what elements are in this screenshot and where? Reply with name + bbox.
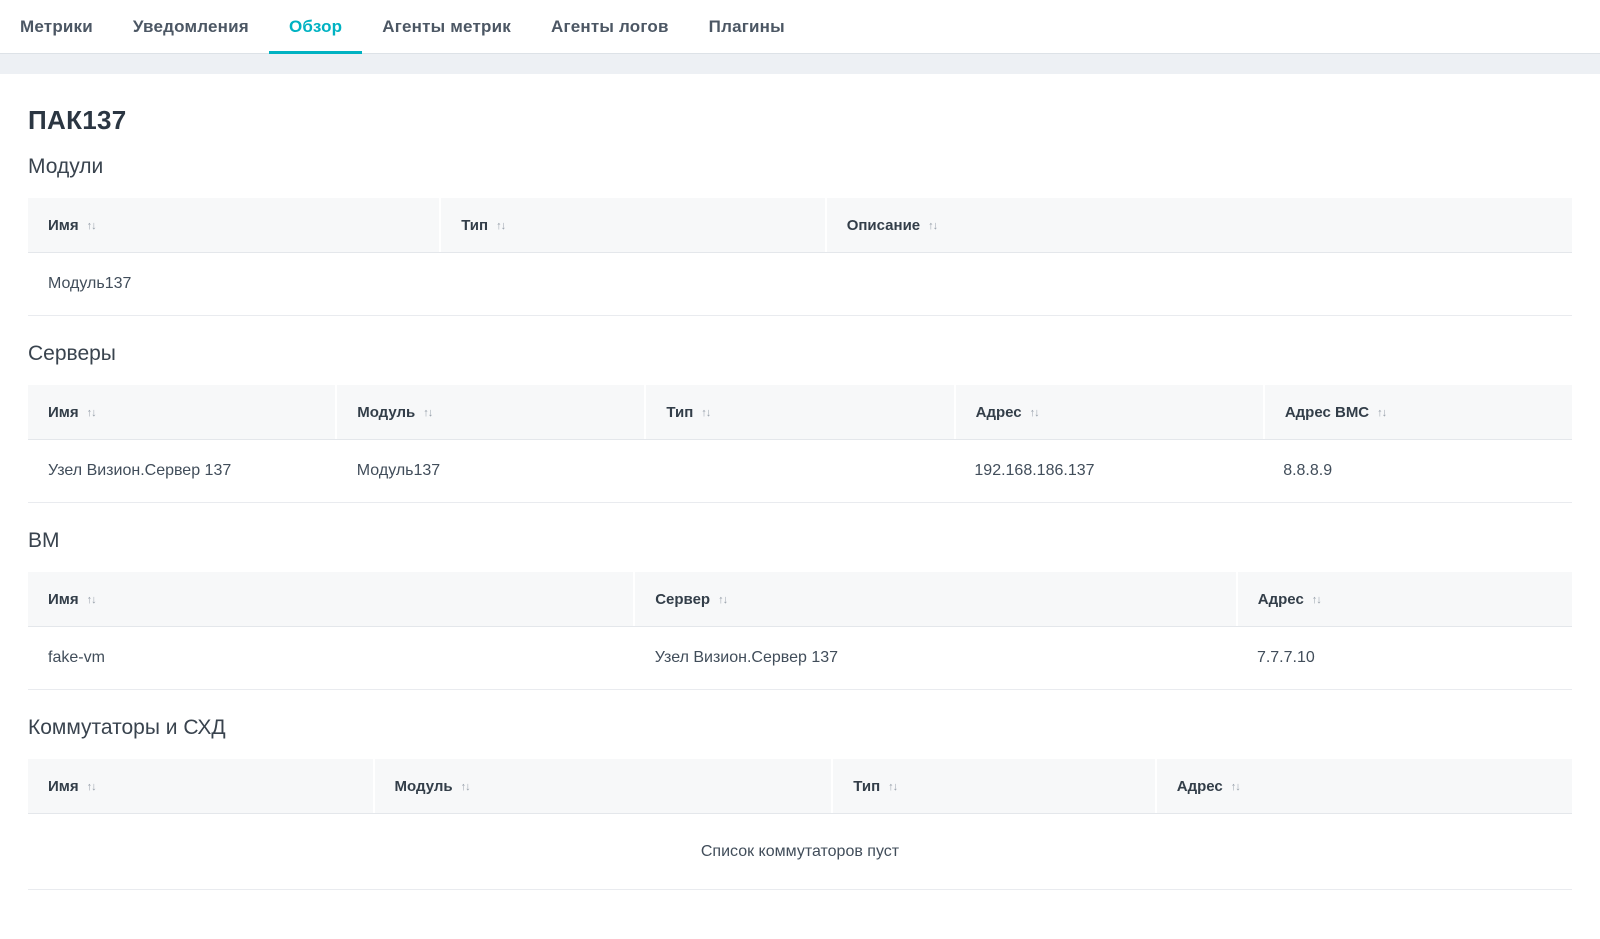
- column-header[interactable]: Тип ↑↓: [646, 385, 953, 439]
- section-servers: СерверыИмя↑↓Модуль↑↓Тип↑↓Адрес↑↓Адрес BM…: [28, 342, 1572, 503]
- column-header[interactable]: Имя ↑↓: [28, 572, 633, 626]
- tab-overview[interactable]: Обзор: [269, 0, 362, 53]
- column-label: Сервер: [655, 591, 710, 608]
- table-row: Модуль137: [28, 253, 1572, 316]
- table-header-switches-storage: Имя ↑↓ Модуль ↑↓ Тип ↑↓ Адрес ↑↓: [28, 759, 1572, 814]
- tab-log-agents[interactable]: Агенты логов: [531, 0, 689, 53]
- sort-icon[interactable]: ↑↓: [1377, 407, 1386, 419]
- column-header[interactable]: Адрес ↑↓: [1238, 572, 1572, 626]
- column-label: Адрес: [976, 404, 1022, 421]
- sort-icon[interactable]: ↑↓: [423, 407, 432, 419]
- sort-icon[interactable]: ↑↓: [87, 220, 96, 232]
- column-header[interactable]: Тип ↑↓: [441, 198, 825, 252]
- table-modules: Имя ↑↓ Тип ↑↓ Описание ↑↓ Модуль137: [28, 198, 1572, 316]
- table-cell: Модуль137: [28, 253, 440, 315]
- table-header-modules: Имя ↑↓ Тип ↑↓ Описание ↑↓: [28, 198, 1572, 253]
- column-header[interactable]: Имя ↑↓: [28, 198, 439, 252]
- section-title-servers: Серверы: [28, 342, 1572, 366]
- section-title-vms: ВМ: [28, 529, 1572, 553]
- column-label: Имя: [48, 404, 79, 421]
- sort-icon[interactable]: ↑↓: [87, 594, 96, 606]
- table-vms: Имя ↑↓ Сервер ↑↓ Адрес ↑↓ fake-vmУзел Визион.С…: [28, 572, 1572, 690]
- sort-icon[interactable]: ↑↓: [461, 781, 470, 793]
- column-header[interactable]: Модуль ↑↓: [337, 385, 644, 439]
- column-header[interactable]: Описание ↑↓: [827, 198, 1572, 252]
- column-label: Модуль: [395, 778, 453, 795]
- overview-content: ПАК137 МодулиИмя↑↓Тип↑↓Описание↑↓Модуль1…: [0, 105, 1600, 890]
- table-header-servers: Имя ↑↓ Модуль ↑↓ Тип ↑↓ Адрес ↑↓ Адрес BMC ↑↓: [28, 385, 1572, 440]
- sort-icon[interactable]: ↑↓: [1030, 407, 1039, 419]
- column-label: Адрес: [1258, 591, 1304, 608]
- section-modules: Модули Имя ↑↓ Тип ↑↓ Описание ↑↓ Модуль137: [28, 155, 1572, 316]
- table-cell: Узел Визион.Сервер 137: [635, 627, 1237, 689]
- sort-icon[interactable]: ↑↓: [888, 781, 897, 793]
- table-cell: 8.8.8.9: [1263, 440, 1572, 502]
- column-label: Тип: [853, 778, 880, 795]
- table-row: Узел Визион.Сервер 137Модуль137 192.168.1…: [28, 440, 1572, 503]
- tab-metrics[interactable]: Метрики: [0, 0, 113, 53]
- table-cell: 192.168.186.137: [954, 440, 1263, 502]
- table-servers: Имя ↑↓ Модуль ↑↓ Тип ↑↓ Адрес ↑↓ Адрес BMC ↑↓ Узел…: [28, 385, 1572, 503]
- column-header[interactable]: Адрес ↑↓: [1157, 759, 1572, 813]
- table-cell: [646, 440, 955, 502]
- table-cell: [440, 253, 824, 315]
- sort-icon[interactable]: ↑↓: [496, 220, 505, 232]
- column-label: Тип: [461, 217, 488, 234]
- section-switches-storage: Коммутаторы и СХДИмя↑↓Модуль↑↓Тип↑↓Адрес…: [28, 716, 1572, 890]
- tab-notifications[interactable]: Уведомления: [113, 0, 269, 53]
- page-strip: [0, 54, 1600, 74]
- sort-icon[interactable]: ↑↓: [701, 407, 710, 419]
- column-label: Адрес: [1177, 778, 1223, 795]
- table-header-vms: Имя ↑↓ Сервер ↑↓ Адрес ↑↓: [28, 572, 1572, 627]
- table-cell: Модуль137: [337, 440, 646, 502]
- sort-icon[interactable]: ↑↓: [928, 220, 937, 232]
- sort-icon[interactable]: ↑↓: [87, 781, 96, 793]
- sort-icon[interactable]: ↑↓: [1231, 781, 1240, 793]
- column-label: Имя: [48, 591, 79, 608]
- column-label: Имя: [48, 217, 79, 234]
- column-label: Описание: [847, 217, 920, 234]
- table-switches-storage: Имя ↑↓ Модуль ↑↓ Тип ↑↓ Адрес ↑↓ Список коммутат…: [28, 759, 1572, 890]
- column-label: Тип: [666, 404, 693, 421]
- table-cell: [825, 253, 1572, 315]
- sections-container: Модули Имя ↑↓ Тип ↑↓ Описание ↑↓ Модуль137 Серве…: [28, 155, 1572, 890]
- column-header[interactable]: Адрес BMC ↑↓: [1265, 385, 1572, 439]
- column-label: Модуль: [357, 404, 415, 421]
- tab-metric-agents[interactable]: Агенты метрик: [362, 0, 531, 53]
- table-cell: fake-vm: [28, 627, 635, 689]
- table-cell: Узел Визион.Сервер 137: [28, 440, 337, 502]
- column-header[interactable]: Имя ↑↓: [28, 759, 373, 813]
- sort-icon[interactable]: ↑↓: [1312, 594, 1321, 606]
- tab-plugins[interactable]: Плагины: [689, 0, 805, 53]
- column-header[interactable]: Имя ↑↓: [28, 385, 335, 439]
- section-vms: ВМ Имя ↑↓ Сервер ↑↓ Адрес ↑↓ fake-vmУзел Визион…: [28, 529, 1572, 690]
- sort-icon[interactable]: ↑↓: [718, 594, 727, 606]
- section-title-modules: Модули: [28, 155, 1572, 179]
- section-title-switches-storage: Коммутаторы и СХД: [28, 716, 1572, 740]
- empty-state: Список коммутаторов пуст: [28, 814, 1572, 890]
- column-header[interactable]: Тип ↑↓: [833, 759, 1154, 813]
- table-cell: 7.7.7.10: [1237, 627, 1572, 689]
- sort-icon[interactable]: ↑↓: [87, 407, 96, 419]
- tab-bar: МетрикиУведомленияОбзорАгенты метрикАген…: [0, 0, 1600, 54]
- column-label: Адрес BMC: [1285, 404, 1369, 421]
- page-title: ПАК137: [28, 105, 1572, 136]
- table-row: fake-vmУзел Визион.Сервер 1377.7.7.10: [28, 627, 1572, 690]
- column-header[interactable]: Модуль ↑↓: [375, 759, 832, 813]
- column-header[interactable]: Сервер ↑↓: [635, 572, 1236, 626]
- column-header[interactable]: Адрес ↑↓: [956, 385, 1263, 439]
- column-label: Имя: [48, 778, 79, 795]
